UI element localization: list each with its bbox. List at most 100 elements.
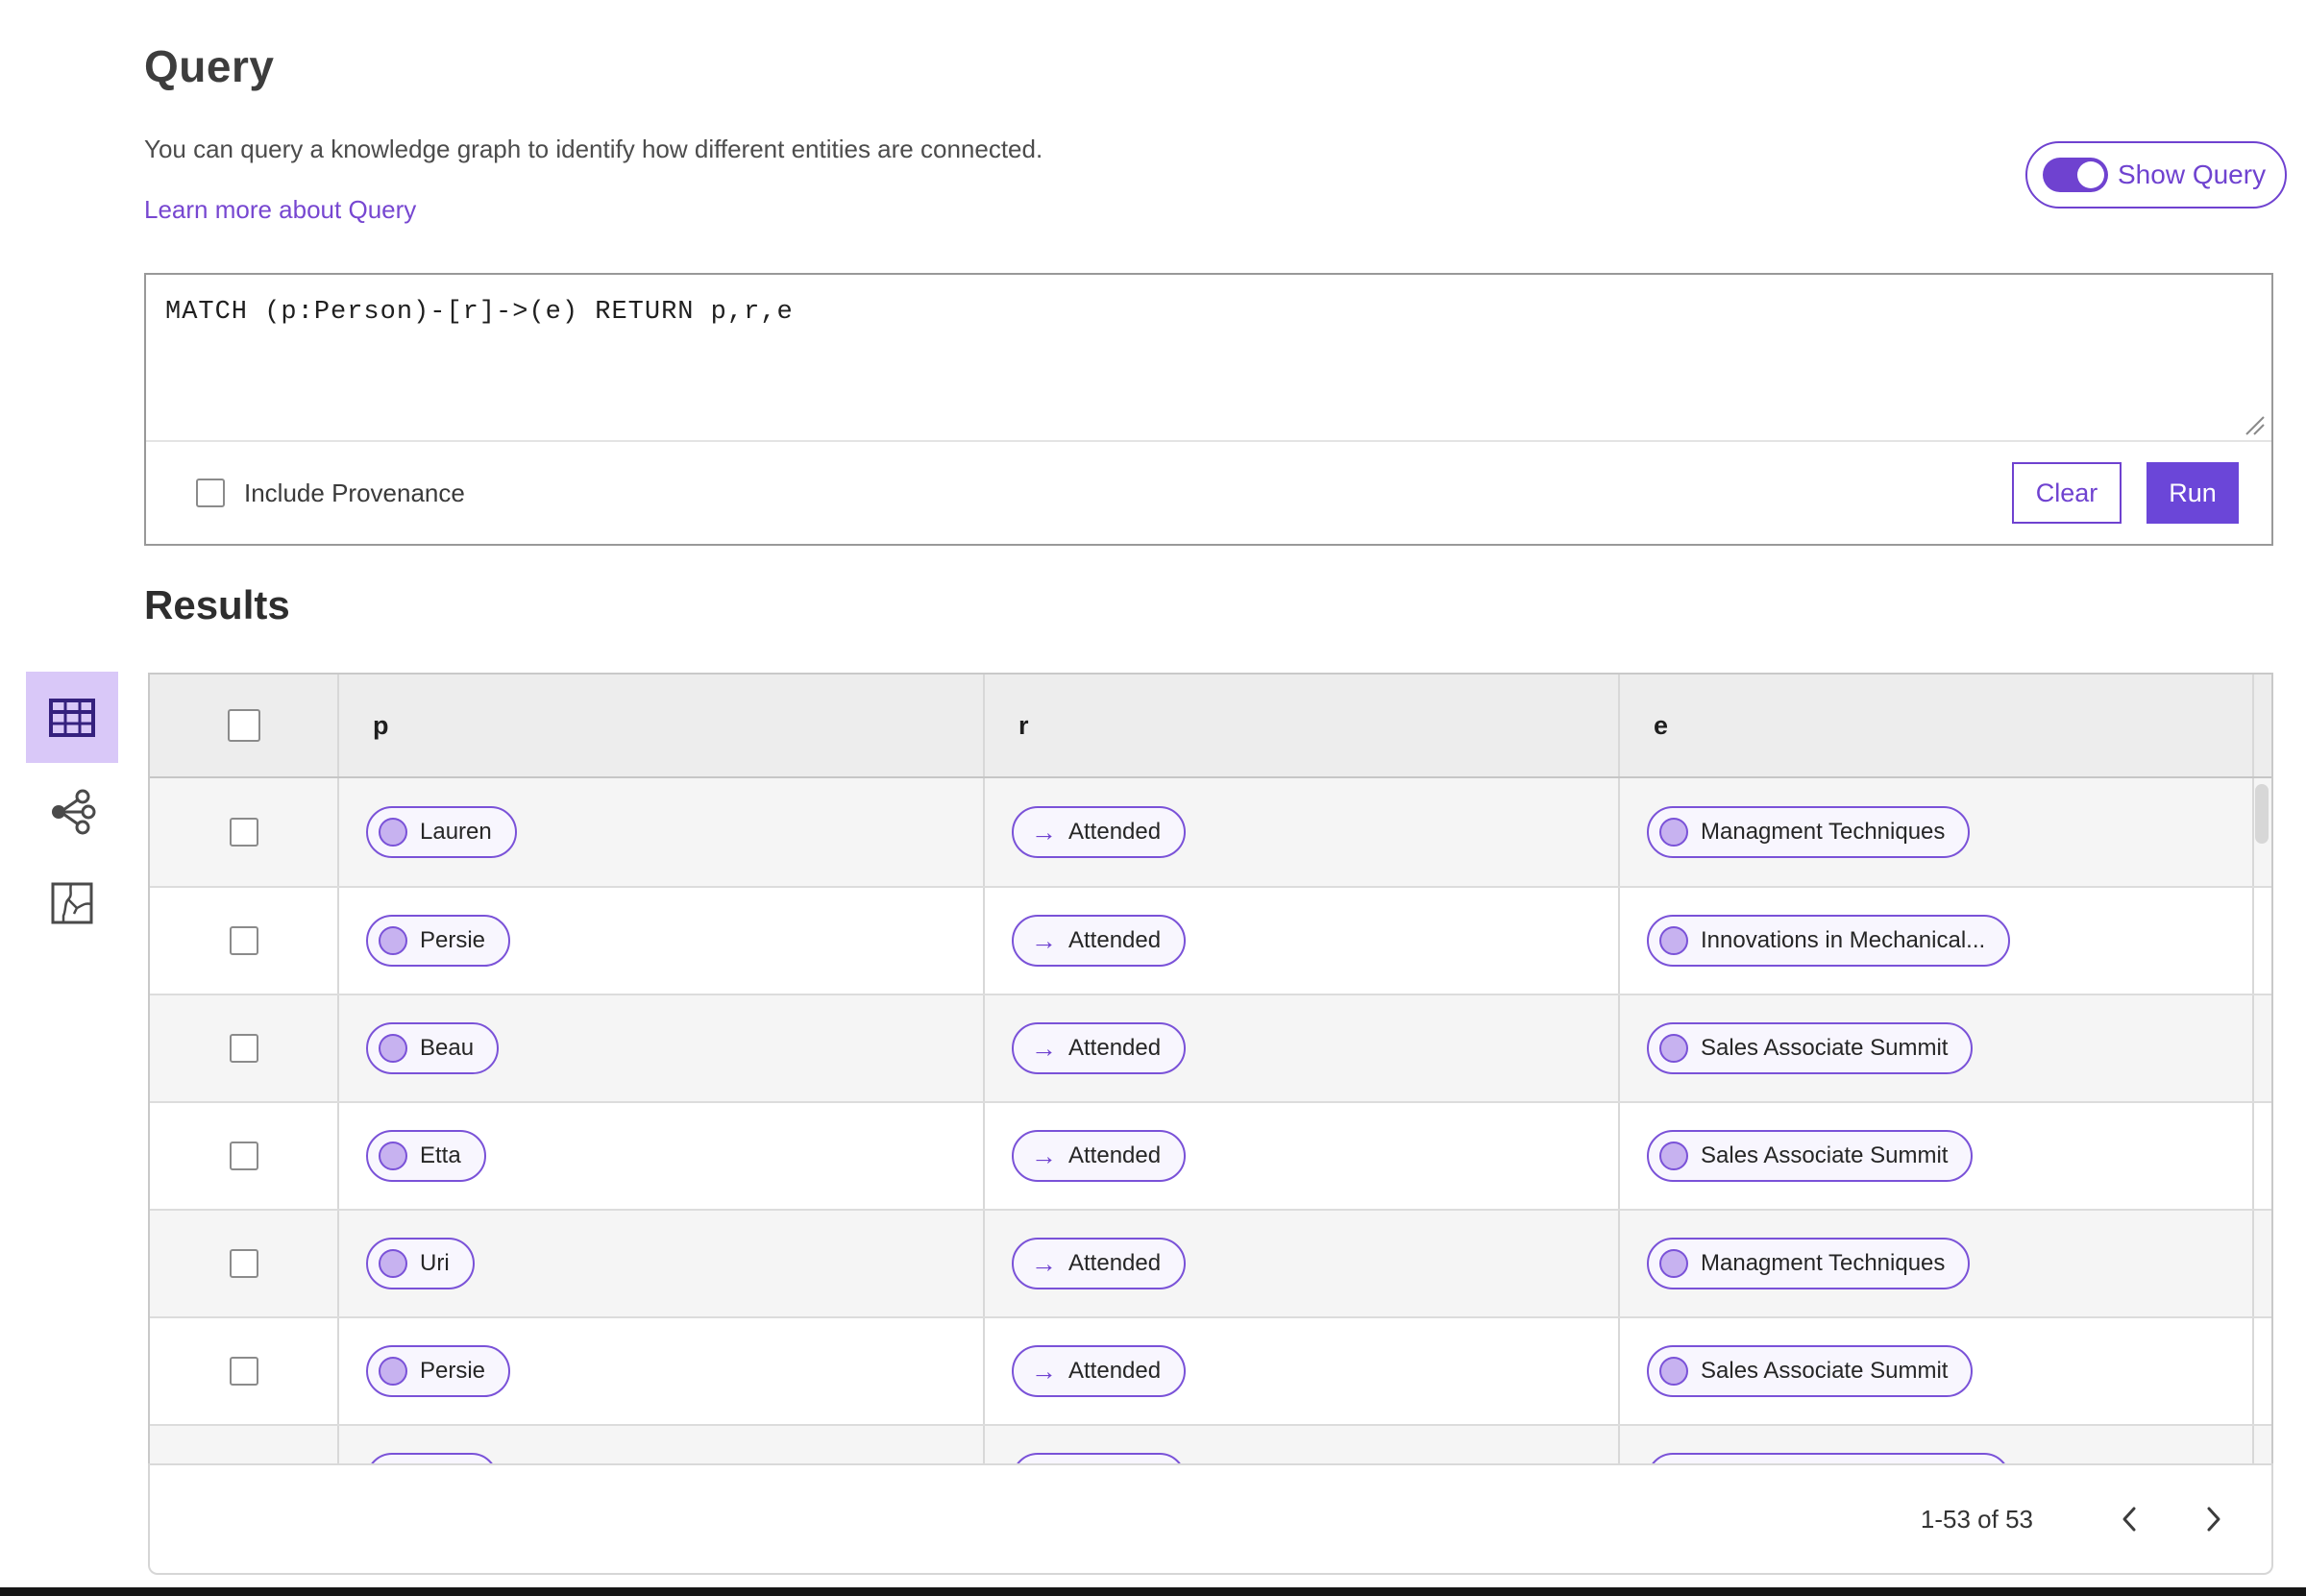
entity-name: Managment Techniques (1701, 1250, 1946, 1276)
relation-pill[interactable]: → Attended (1012, 1238, 1187, 1289)
row-checkbox-cell (150, 888, 337, 994)
window-bottom-edge (0, 1587, 2306, 1596)
relation-pill[interactable]: → Attended (1012, 806, 1187, 858)
relation-pill[interactable]: → Attended (1012, 1130, 1187, 1182)
relation-name: Attended (1068, 1035, 1162, 1061)
person-node-pill[interactable]: Etta (366, 1130, 486, 1182)
person-name: Persie (420, 1358, 486, 1384)
view-mode-graph[interactable] (47, 787, 97, 837)
include-provenance-label: Include Provenance (244, 478, 465, 507)
row-checkbox-cell (150, 778, 337, 886)
resize-handle-icon[interactable] (2241, 411, 2266, 436)
table-row: Beau → Attended Sales Associate Summit (150, 994, 2271, 1101)
include-provenance-checkbox[interactable] (196, 479, 225, 507)
column-header-p[interactable]: p (337, 675, 983, 776)
relation-pill[interactable]: → Attended (1012, 915, 1187, 967)
toggle-knob (2077, 161, 2104, 188)
table-row: Lauren → Attended Managment Techniques (150, 778, 2271, 886)
cell-p: Lauren (337, 778, 983, 886)
entity-node-pill[interactable]: Innovations in Mechanical... (1647, 915, 2011, 967)
row-checkbox-cell (150, 1211, 337, 1316)
query-panel-footer: Include Provenance Clear Run (146, 442, 2271, 544)
cell-p: Etta (337, 1103, 983, 1209)
header-checkbox-cell (150, 675, 337, 776)
row-checkbox[interactable] (229, 1249, 258, 1278)
cell-p: Persie (337, 1318, 983, 1424)
person-node-pill[interactable]: Persie (366, 915, 511, 967)
learn-more-link[interactable]: Learn more about Query (144, 195, 416, 225)
scrollbar-gutter-cell (2252, 1211, 2271, 1316)
table-row: Larry → Attended Innovations in Mechanic… (150, 1424, 2271, 1463)
relation-name: Attended (1068, 1358, 1162, 1384)
entity-node-pill[interactable]: Sales Associate Summit (1647, 1345, 1974, 1397)
row-checkbox[interactable] (229, 926, 258, 955)
person-node-pill[interactable]: Beau (366, 1022, 500, 1074)
row-checkbox[interactable] (229, 818, 258, 847)
arrow-right-icon: → (1031, 1033, 1057, 1063)
cell-r: → Attended (983, 1426, 1618, 1463)
cell-e: Sales Associate Summit (1618, 995, 2252, 1101)
chevron-right-icon (2207, 1507, 2220, 1532)
previous-page-button[interactable] (2110, 1500, 2148, 1538)
person-node-pill[interactable]: Lauren (366, 806, 517, 858)
next-page-button[interactable] (2195, 1500, 2233, 1538)
query-editor[interactable]: MATCH (p:Person)-[r]->(e) RETURN p,r,e (146, 275, 2271, 440)
arrow-right-icon: → (1031, 1356, 1057, 1386)
row-checkbox-cell (150, 1426, 337, 1463)
toggle-switch-icon[interactable] (2043, 158, 2108, 192)
table-header-row: p r e (150, 675, 2271, 778)
run-button[interactable]: Run (2147, 462, 2239, 524)
cell-p: Larry (337, 1426, 983, 1463)
arrow-right-icon: → (1031, 1248, 1057, 1278)
person-node-pill[interactable]: Larry (366, 1453, 498, 1463)
node-circle-icon (1659, 1249, 1688, 1278)
table-row: Etta → Attended Sales Associate Summit (150, 1101, 2271, 1209)
row-checkbox-cell (150, 1318, 337, 1424)
cell-r: → Attended (983, 995, 1618, 1101)
column-header-r[interactable]: r (983, 675, 1618, 776)
clear-button[interactable]: Clear (2012, 462, 2122, 524)
view-mode-table[interactable] (26, 672, 118, 763)
page-description: You can query a knowledge graph to ident… (144, 135, 1043, 163)
results-table: p r e Lauren → Attended Managment Techni… (148, 673, 2273, 1463)
row-checkbox[interactable] (229, 1142, 258, 1170)
node-circle-icon (1659, 1034, 1688, 1063)
node-circle-icon (379, 1357, 407, 1386)
person-name: Persie (420, 927, 486, 953)
person-node-pill[interactable]: Uri (366, 1238, 475, 1289)
cell-r: → Attended (983, 778, 1618, 886)
person-name: Beau (420, 1035, 475, 1061)
view-mode-map[interactable] (50, 881, 94, 925)
node-circle-icon (379, 926, 407, 955)
row-checkbox[interactable] (229, 1034, 258, 1063)
person-name: Etta (420, 1142, 461, 1168)
entity-node-pill[interactable]: Managment Techniques (1647, 1238, 1971, 1289)
scrollbar-gutter-cell (2252, 888, 2271, 994)
node-circle-icon (379, 818, 407, 847)
show-query-toggle[interactable]: Show Query (2025, 141, 2287, 209)
person-node-pill[interactable]: Persie (366, 1345, 511, 1397)
select-all-checkbox[interactable] (227, 709, 260, 742)
relation-pill[interactable]: → Attended (1012, 1453, 1187, 1463)
row-checkbox[interactable] (229, 1357, 258, 1386)
cell-p: Beau (337, 995, 983, 1101)
relation-pill[interactable]: → Attended (1012, 1345, 1187, 1397)
vertical-scrollbar[interactable] (2255, 784, 2269, 844)
arrow-right-icon: → (1031, 925, 1057, 955)
entity-node-pill[interactable]: Sales Associate Summit (1647, 1022, 1974, 1074)
node-circle-icon (379, 1034, 407, 1063)
column-header-e[interactable]: e (1618, 675, 2252, 776)
entity-node-pill[interactable]: Managment Techniques (1647, 806, 1971, 858)
person-name: Lauren (420, 819, 492, 845)
entity-node-pill[interactable]: Sales Associate Summit (1647, 1130, 1974, 1182)
relation-pill[interactable]: → Attended (1012, 1022, 1187, 1074)
cell-e: Sales Associate Summit (1618, 1103, 2252, 1209)
table-row: Persie → Attended Innovations in Mechani… (150, 886, 2271, 994)
node-circle-icon (379, 1249, 407, 1278)
arrow-right-icon: → (1031, 1141, 1057, 1170)
entity-node-pill[interactable]: Innovations in Mechanical... (1647, 1453, 2011, 1463)
cell-p: Persie (337, 888, 983, 994)
cell-r: → Attended (983, 1103, 1618, 1209)
arrow-right-icon: → (1031, 817, 1057, 847)
relation-name: Attended (1068, 1250, 1162, 1276)
